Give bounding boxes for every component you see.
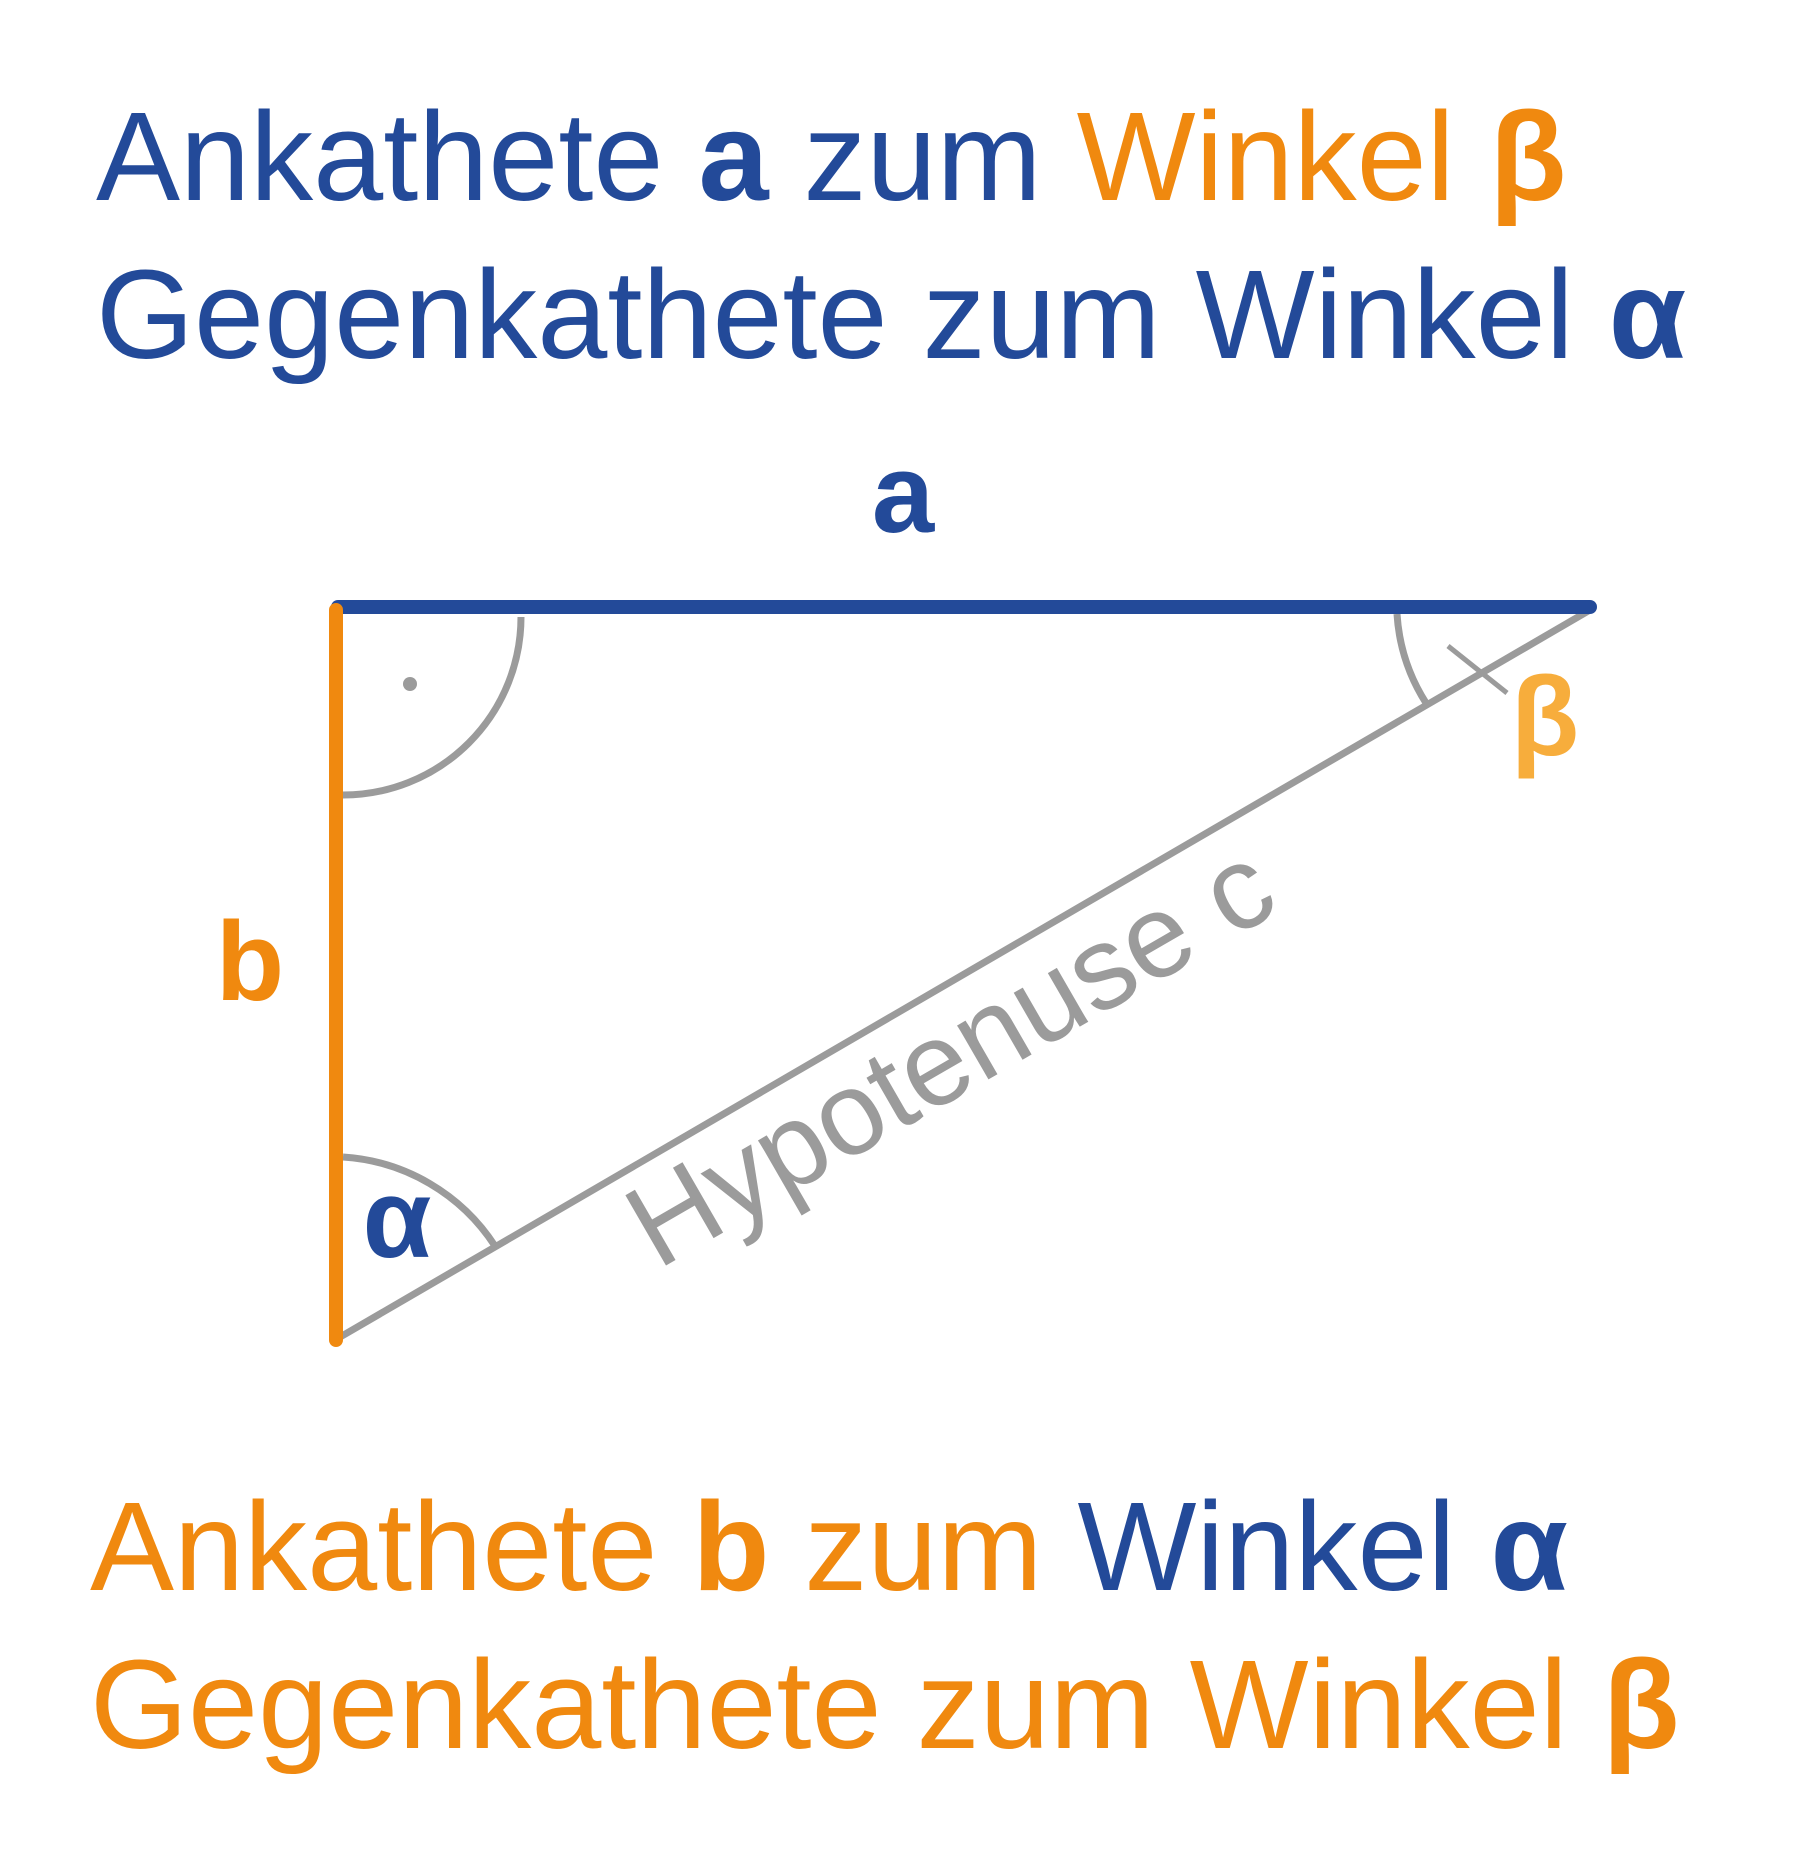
bottom-caption: Ankathete b zum Winkel α Gegenkathete zu… xyxy=(90,1468,1818,1784)
right-angle-dot xyxy=(403,677,417,691)
bottom-caption-line-1: Ankathete b zum Winkel α xyxy=(90,1468,1818,1626)
side-a-label: a xyxy=(872,431,935,556)
angle-alpha-label: α xyxy=(363,1156,432,1281)
caption-side-b: b xyxy=(692,1476,770,1617)
caption-text: zum xyxy=(769,1476,1078,1617)
bottom-caption-line-2: Gegenkathete zum Winkel β xyxy=(90,1626,1818,1784)
angle-beta-label: β xyxy=(1511,654,1579,779)
right-angle-arc xyxy=(342,616,525,799)
caption-text: Ankathete xyxy=(90,1476,693,1617)
side-b-label: b xyxy=(216,899,284,1024)
caption-winkel: Winkel xyxy=(1077,1476,1491,1617)
caption-alpha: α xyxy=(1490,1476,1569,1617)
beta-angle-arc xyxy=(1393,613,1429,705)
caption-text: Gegenkathete zum Winkel xyxy=(90,1634,1603,1775)
caption-beta: β xyxy=(1602,1634,1680,1775)
hypotenuse-label: Hypotenuse c xyxy=(605,818,1296,1293)
